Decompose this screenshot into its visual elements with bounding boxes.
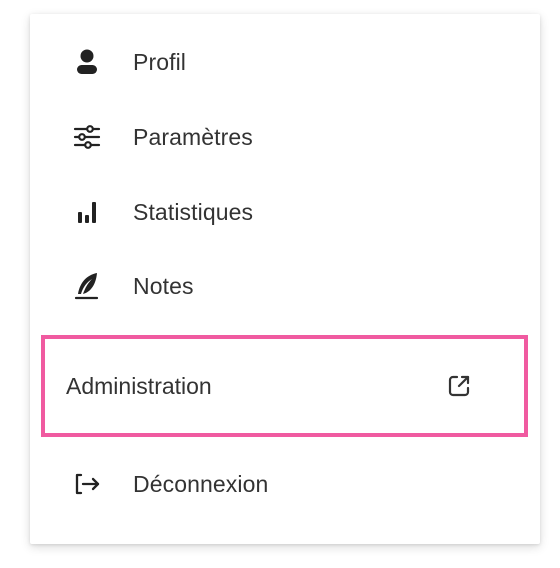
user-menu: Profil Paramètres Statistiques Notes Adm…: [30, 14, 540, 544]
menu-item-deconnexion[interactable]: Déconnexion: [30, 454, 540, 514]
feather-icon: [72, 271, 102, 301]
external-link-icon: [446, 373, 472, 399]
menu-item-parametres[interactable]: Paramètres: [30, 107, 540, 167]
menu-item-label: Déconnexion: [133, 470, 269, 497]
menu-item-label: Profil: [133, 48, 187, 75]
sliders-icon: [72, 122, 102, 152]
menu-item-notes[interactable]: Notes: [30, 256, 540, 316]
bar-chart-icon: [72, 197, 102, 227]
menu-item-statistiques[interactable]: Statistiques: [30, 182, 540, 242]
menu-item-label: Notes: [133, 272, 194, 299]
menu-item-profil[interactable]: Profil: [30, 32, 540, 92]
menu-item-label: Paramètres: [133, 123, 253, 150]
menu-item-label: Statistiques: [133, 198, 254, 225]
menu-item-label: Administration: [66, 372, 212, 399]
person-icon: [72, 47, 102, 77]
logout-icon: [72, 469, 102, 499]
menu-item-administration[interactable]: Administration: [41, 335, 528, 437]
